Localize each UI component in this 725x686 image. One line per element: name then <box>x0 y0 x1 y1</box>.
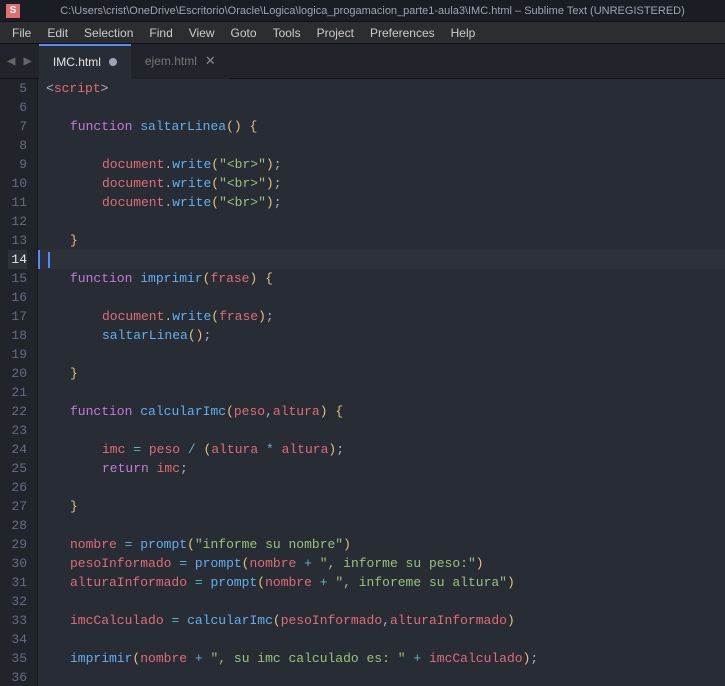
ln-7: 7 <box>8 117 27 136</box>
tab-nav: ◀ ▶ <box>0 51 39 72</box>
code-line-7: function saltarLinea() { <box>38 117 725 136</box>
ln-5: 5 <box>8 79 27 98</box>
ln-32: 32 <box>8 592 27 611</box>
ln-22: 22 <box>8 402 27 421</box>
code-line-10: document.write("<br>"); <box>38 174 725 193</box>
ln-11: 11 <box>8 193 27 212</box>
menu-view[interactable]: View <box>181 24 223 42</box>
code-line-34 <box>38 630 725 649</box>
code-area[interactable]: <script> function saltarLinea() { docume… <box>38 79 725 686</box>
ln-15: 15 <box>8 269 27 288</box>
ln-19: 19 <box>8 345 27 364</box>
menu-project[interactable]: Project <box>309 24 362 42</box>
code-line-30: pesoInformado = prompt(nombre + ", infor… <box>38 554 725 573</box>
code-line-28 <box>38 516 725 535</box>
ln-20: 20 <box>8 364 27 383</box>
cursor <box>48 252 50 268</box>
code-line-16 <box>38 288 725 307</box>
ln-9: 9 <box>8 155 27 174</box>
menu-edit[interactable]: Edit <box>39 24 76 42</box>
tab-bar: ◀ ▶ IMC.html ejem.html ✕ <box>0 44 725 79</box>
ln-31: 31 <box>8 573 27 592</box>
code-line-6 <box>38 98 725 117</box>
code-line-27: } <box>38 497 725 516</box>
code-line-18: saltarLinea(); <box>38 326 725 345</box>
menu-selection[interactable]: Selection <box>76 24 141 42</box>
code-line-17: document.write(frase); <box>38 307 725 326</box>
menu-goto[interactable]: Goto <box>223 24 265 42</box>
code-line-5: <script> <box>38 79 725 98</box>
tab-ejem-label: ejem.html <box>145 54 197 68</box>
code-line-36 <box>38 668 725 686</box>
ln-23: 23 <box>8 421 27 440</box>
code-line-14 <box>38 250 725 269</box>
code-line-20: } <box>38 364 725 383</box>
code-line-21 <box>38 383 725 402</box>
code-line-29: nombre = prompt("informe su nombre") <box>38 535 725 554</box>
menu-find[interactable]: Find <box>141 24 180 42</box>
line-numbers: 5 6 7 8 9 10 11 12 13 14 15 16 17 18 19 … <box>0 79 38 686</box>
ln-33: 33 <box>8 611 27 630</box>
ln-13: 13 <box>8 231 27 250</box>
ln-18: 18 <box>8 326 27 345</box>
ln-6: 6 <box>8 98 27 117</box>
code-line-15: function imprimir(frase) { <box>38 269 725 288</box>
code-line-24: imc = peso / (altura * altura); <box>38 440 725 459</box>
code-line-9: document.write("<br>"); <box>38 155 725 174</box>
code-line-12 <box>38 212 725 231</box>
code-line-8 <box>38 136 725 155</box>
code-line-31: alturaInformado = prompt(nombre + ", inf… <box>38 573 725 592</box>
tab-ejem-close[interactable]: ✕ <box>205 53 216 69</box>
editor: 5 6 7 8 9 10 11 12 13 14 15 16 17 18 19 … <box>0 79 725 686</box>
code-line-23 <box>38 421 725 440</box>
code-line-11: document.write("<br>"); <box>38 193 725 212</box>
ln-8: 8 <box>8 136 27 155</box>
ln-26: 26 <box>8 478 27 497</box>
code-line-25: return imc; <box>38 459 725 478</box>
code-line-35: imprimir(nombre + ", su imc calculado es… <box>38 649 725 668</box>
code-line-33: imcCalculado = calcularImc(pesoInformado… <box>38 611 725 630</box>
app-icon: S <box>6 4 20 18</box>
nav-prev[interactable]: ◀ <box>4 51 18 72</box>
nav-next[interactable]: ▶ <box>20 51 34 72</box>
tab-imc-html[interactable]: IMC.html <box>39 44 131 79</box>
menu-bar: File Edit Selection Find View Goto Tools… <box>0 22 725 44</box>
ln-29: 29 <box>8 535 27 554</box>
ln-34: 34 <box>8 630 27 649</box>
menu-preferences[interactable]: Preferences <box>362 24 443 42</box>
menu-file[interactable]: File <box>4 24 39 42</box>
ln-27: 27 <box>8 497 27 516</box>
code-line-13: } <box>38 231 725 250</box>
code-line-26 <box>38 478 725 497</box>
ln-16: 16 <box>8 288 27 307</box>
tab-ejem-html[interactable]: ejem.html ✕ <box>131 44 230 79</box>
ln-28: 28 <box>8 516 27 535</box>
title-bar: S C:\Users\crist\OneDrive\Escritorio\Ora… <box>0 0 725 22</box>
tab-imc-label: IMC.html <box>53 55 101 69</box>
ln-10: 10 <box>8 174 27 193</box>
ln-24: 24 <box>8 440 27 459</box>
ln-12: 12 <box>8 212 27 231</box>
code-line-22: function calcularImc(peso,altura) { <box>38 402 725 421</box>
code-line-32 <box>38 592 725 611</box>
menu-help[interactable]: Help <box>443 24 484 42</box>
ln-36: 36 <box>8 668 27 686</box>
ln-17: 17 <box>8 307 27 326</box>
ln-21: 21 <box>8 383 27 402</box>
menu-tools[interactable]: Tools <box>265 24 309 42</box>
ln-25: 25 <box>8 459 27 478</box>
ln-35: 35 <box>8 649 27 668</box>
tab-imc-modified-dot <box>109 58 117 66</box>
ln-30: 30 <box>8 554 27 573</box>
code-line-19 <box>38 345 725 364</box>
ln-14: 14 <box>8 250 27 269</box>
title-text: C:\Users\crist\OneDrive\Escritorio\Oracl… <box>26 5 719 17</box>
